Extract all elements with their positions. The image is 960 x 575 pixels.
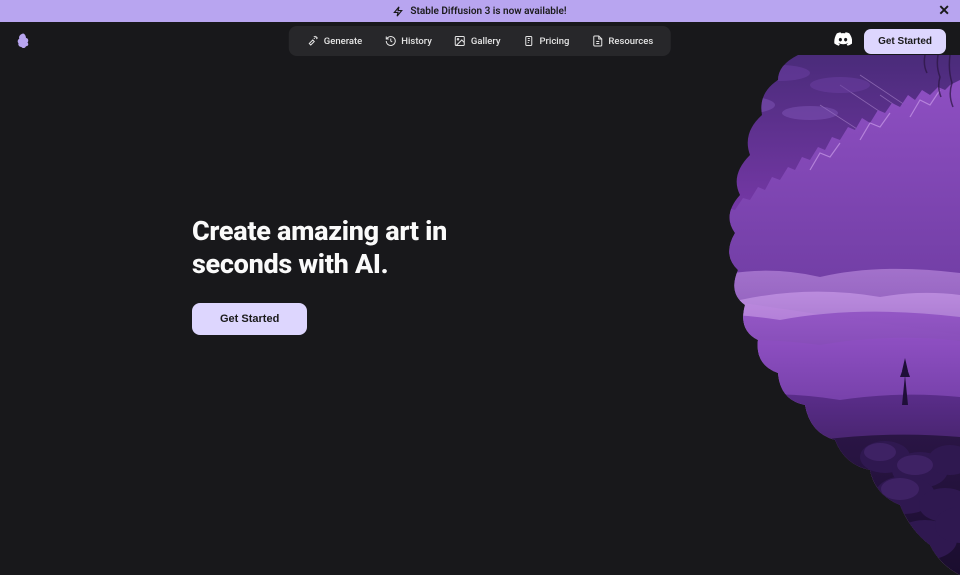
nav-label: Resources (608, 36, 653, 47)
hero-text: Create amazing art in seconds with AI. G… (192, 215, 447, 335)
announcement-banner: Stable Diffusion 3 is now available! ✕ (0, 0, 960, 22)
nav-pill: Generate History Gallery Pricing (289, 26, 671, 56)
nav-pricing[interactable]: Pricing (512, 30, 579, 52)
discord-icon[interactable] (834, 30, 852, 52)
nav-label: History (401, 36, 432, 47)
nav-resources[interactable]: Resources (581, 30, 663, 52)
nav-label: Generate (324, 36, 363, 47)
logo[interactable] (14, 32, 32, 50)
banner-text: Stable Diffusion 3 is now available! (410, 6, 566, 17)
nav-generate[interactable]: Generate (297, 30, 373, 52)
nav-label: Pricing (539, 36, 569, 47)
close-icon[interactable]: ✕ (938, 4, 950, 18)
hero-section: Create amazing art in seconds with AI. G… (0, 60, 960, 540)
lightning-icon (393, 6, 404, 17)
get-started-hero-button[interactable]: Get Started (192, 303, 307, 335)
nav-history[interactable]: History (374, 30, 442, 52)
hero-title-line1: Create amazing art in (192, 215, 447, 247)
nav-gallery[interactable]: Gallery (444, 30, 511, 52)
hero-artwork (460, 55, 960, 575)
header-right: Get Started (834, 29, 946, 54)
nav-label: Gallery (471, 36, 501, 47)
get-started-header-button[interactable]: Get Started (864, 29, 946, 54)
hero-title-line2: seconds with AI. (192, 248, 388, 280)
hero-title: Create amazing art in seconds with AI. (192, 215, 447, 281)
